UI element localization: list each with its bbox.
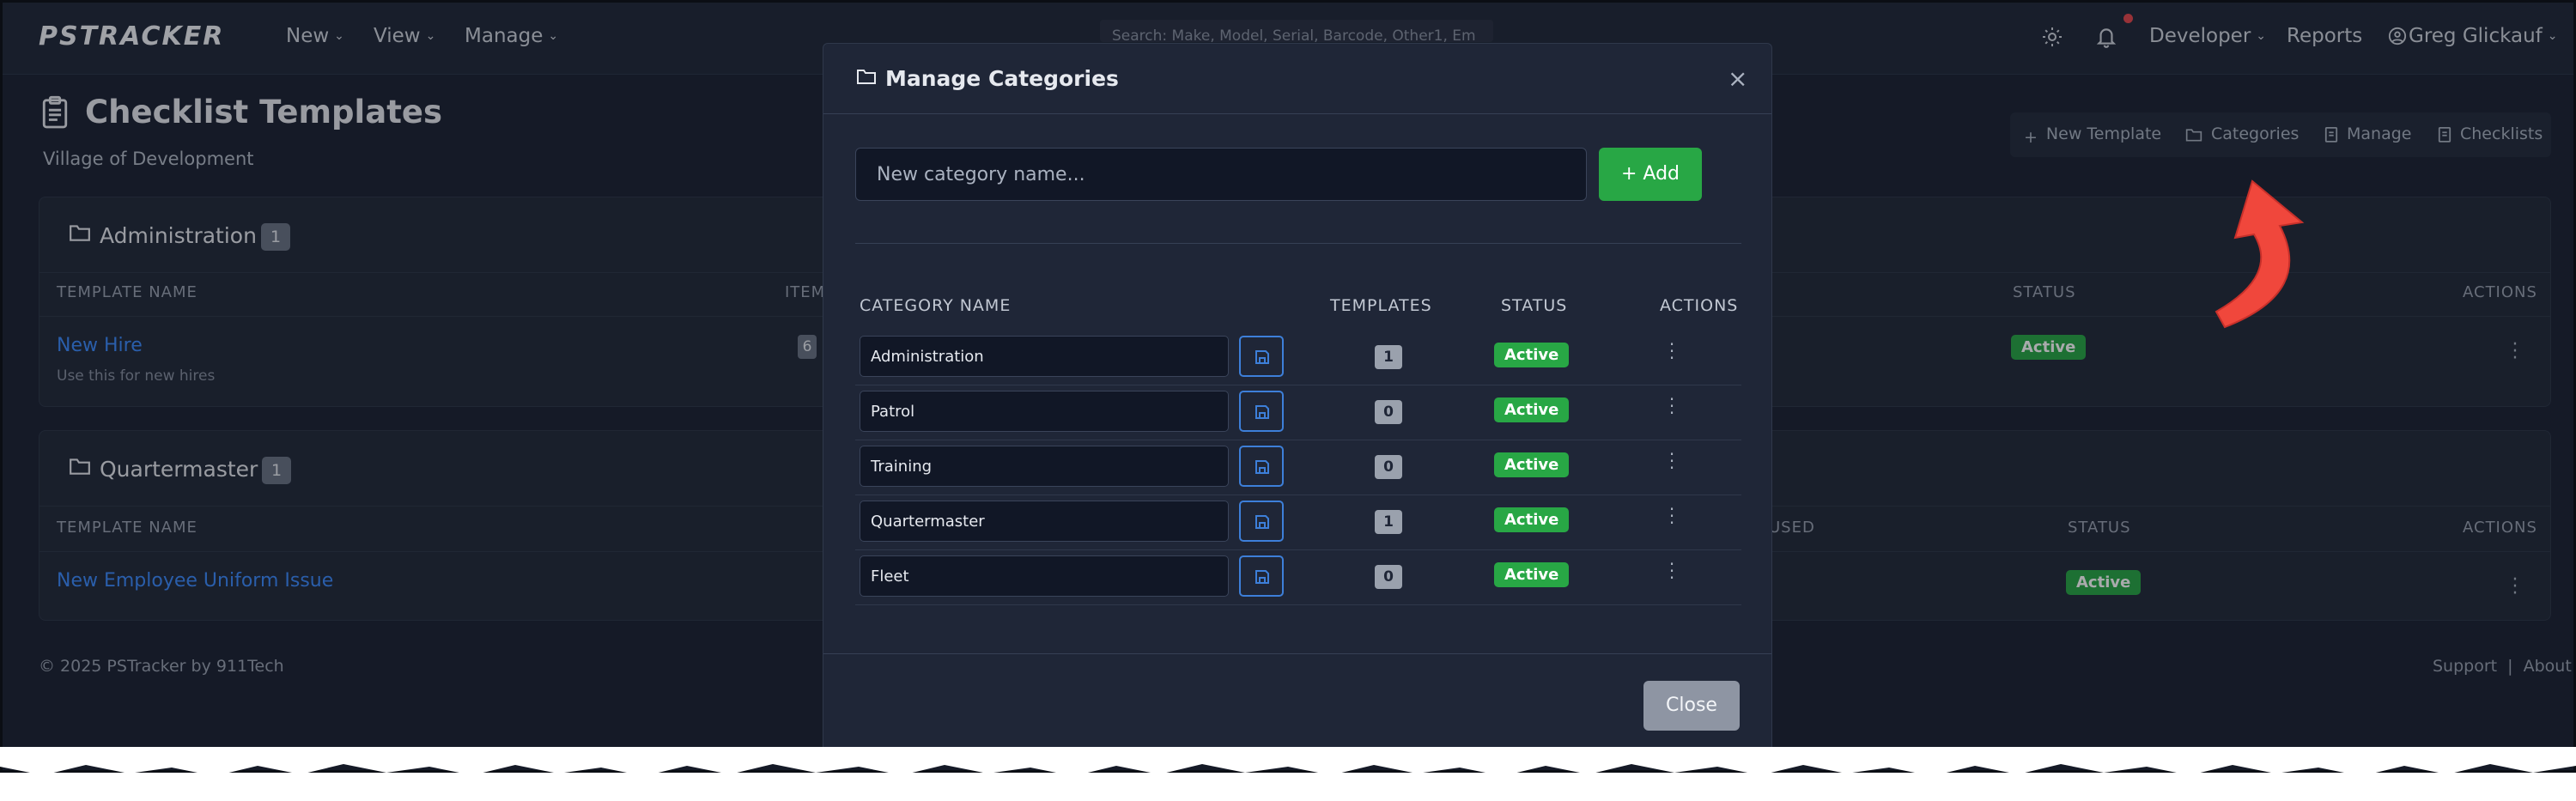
modal-title: Manage Categories xyxy=(885,66,1119,91)
templates-count-badge: 1 xyxy=(1375,510,1402,534)
category-row: 1 Active ··· xyxy=(855,495,1741,550)
templates-count-badge: 1 xyxy=(1375,345,1402,369)
category-name-input[interactable] xyxy=(860,555,1229,597)
status-badge: Active xyxy=(1494,562,1570,587)
save-category-button[interactable] xyxy=(1239,391,1284,432)
category-name-input[interactable] xyxy=(860,501,1229,542)
category-name-input[interactable] xyxy=(860,391,1229,432)
divider xyxy=(855,243,1741,244)
column-header: STATUS xyxy=(1501,296,1568,315)
category-row: 0 Active ··· xyxy=(855,440,1741,495)
new-category-input[interactable] xyxy=(855,148,1587,201)
status-badge: Active xyxy=(1494,397,1570,422)
save-category-button[interactable] xyxy=(1239,446,1284,487)
row-actions-kebab-icon[interactable]: · · · xyxy=(1668,501,1675,531)
row-actions-kebab-icon[interactable]: · · · xyxy=(1668,391,1675,422)
save-icon xyxy=(1255,570,1269,584)
save-category-button[interactable] xyxy=(1239,336,1284,377)
save-icon xyxy=(1255,405,1269,419)
divider xyxy=(823,653,1771,654)
add-category-button[interactable]: + Add xyxy=(1599,148,1702,201)
templates-count-badge: 0 xyxy=(1375,455,1402,479)
row-actions-kebab-icon[interactable]: · · · xyxy=(1668,336,1675,367)
save-icon xyxy=(1255,515,1269,529)
save-category-button[interactable] xyxy=(1239,555,1284,597)
templates-count-badge: 0 xyxy=(1375,400,1402,424)
manage-categories-modal: Manage Categories × + Add CATEGORY NAME … xyxy=(823,43,1772,755)
close-modal-button[interactable]: Close xyxy=(1643,681,1740,731)
divider xyxy=(823,113,1771,114)
folder-icon xyxy=(857,70,876,84)
annotation-arrow-icon xyxy=(2215,179,2305,329)
torn-edge-decoration xyxy=(0,747,2576,776)
row-actions-kebab-icon[interactable]: · · · xyxy=(1668,446,1675,476)
templates-count-badge: 0 xyxy=(1375,565,1402,589)
category-row: 1 Active ··· xyxy=(855,331,1741,385)
category-name-input[interactable] xyxy=(860,446,1229,487)
status-badge: Active xyxy=(1494,452,1570,477)
row-actions-kebab-icon[interactable]: · · · xyxy=(1668,555,1675,586)
save-icon xyxy=(1255,350,1269,364)
status-badge: Active xyxy=(1494,507,1570,532)
column-header: TEMPLATES xyxy=(1330,296,1432,315)
category-row: 0 Active ··· xyxy=(855,550,1741,605)
category-name-input[interactable] xyxy=(860,336,1229,377)
column-header: CATEGORY NAME xyxy=(860,296,1012,315)
column-header: ACTIONS xyxy=(1660,296,1739,315)
category-row: 0 Active ··· xyxy=(855,385,1741,440)
status-badge: Active xyxy=(1494,343,1570,367)
modal-close-x-icon[interactable]: × xyxy=(1728,64,1747,93)
app-window: PSTRACKER New ⌄ View ⌄ Manage ⌄ Search: Mak… xyxy=(0,0,2576,773)
save-icon xyxy=(1255,460,1269,474)
save-category-button[interactable] xyxy=(1239,501,1284,542)
